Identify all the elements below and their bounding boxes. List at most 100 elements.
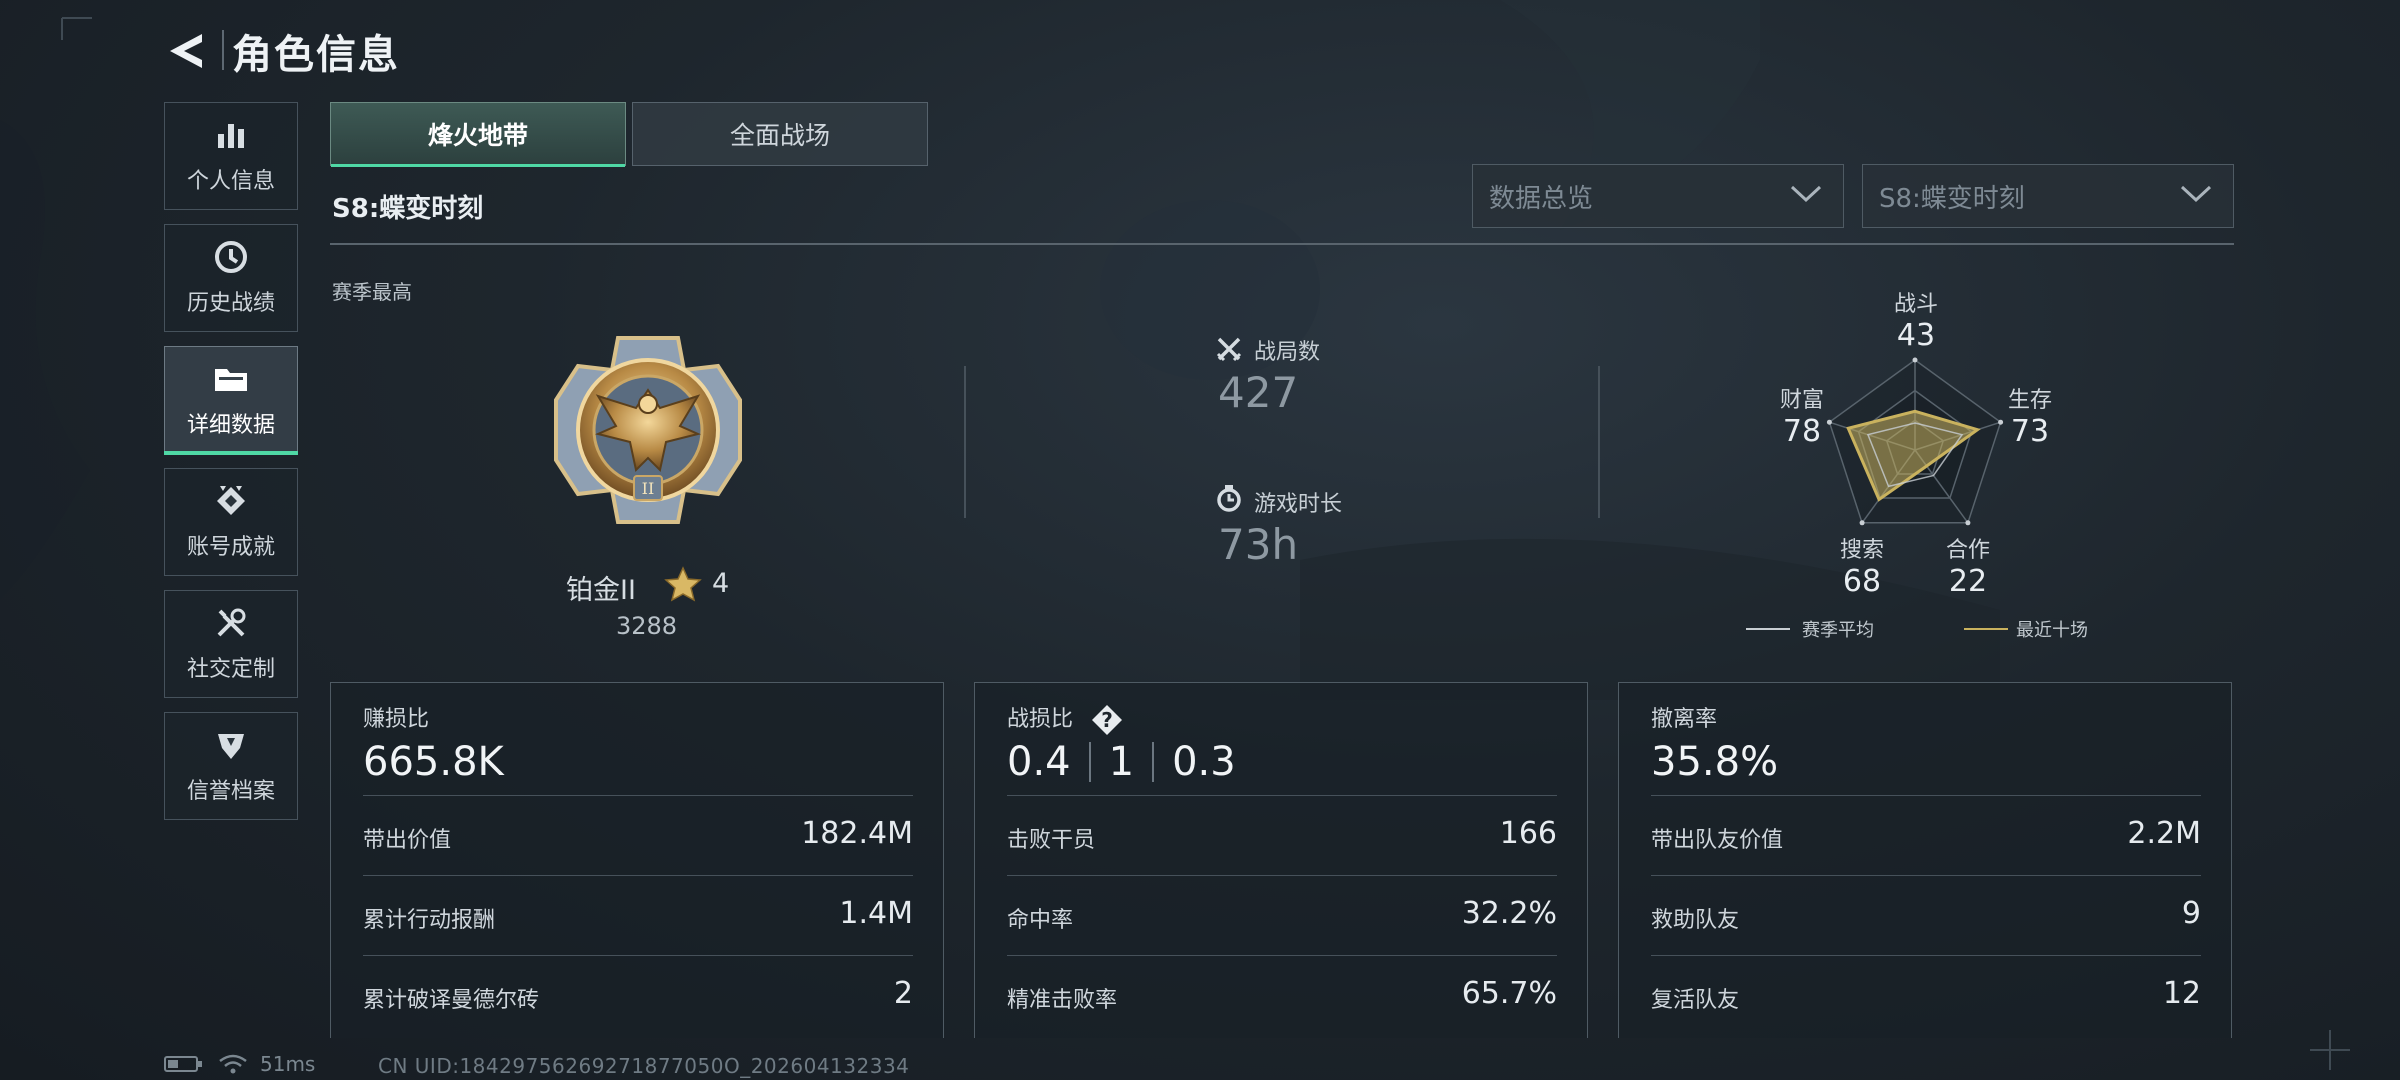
wifi-icon (219, 1054, 247, 1074)
crossed-swords-icon (1216, 337, 1242, 362)
view-select[interactable]: 数据总览 (1472, 164, 1844, 228)
kd-value: 1 (1108, 739, 1135, 785)
rank-name: 铂金II (566, 575, 636, 606)
ping-value: 51ms (260, 1052, 316, 1076)
page-title: 角色信息 (232, 32, 400, 78)
stat-row-value: 12 (2162, 976, 2201, 1011)
player-uid: CN UID:18429756269271877050O_20260413233… (378, 1054, 910, 1078)
stat-row: 带出队友价值 2.2M (1651, 795, 2201, 876)
stat-row-label: 累计行动报酬 (363, 908, 496, 933)
kd-value: 0.3 (1172, 739, 1236, 785)
header-divider (222, 30, 224, 70)
legend-average-swatch (1746, 628, 1790, 630)
legend-season-average: 赛季平均 (1802, 620, 1874, 641)
sidebar-item-reputation[interactable]: 信誉档案 (164, 712, 298, 820)
sidebar-item-social[interactable]: 社交定制 (164, 590, 298, 698)
help-mark: ? (1101, 708, 1113, 732)
sidebar-item-detailed-data[interactable]: 详细数据 (164, 346, 298, 455)
rank-score: 3288 (616, 612, 678, 640)
kd-value: 0.4 (1007, 739, 1071, 785)
stat-row: 带出价值 182.4M (363, 795, 913, 876)
stat-row: 击败干员 166 (1007, 795, 1557, 876)
stat-row-label: 带出队友价值 (1651, 828, 1784, 853)
bar-chart-icon (213, 117, 249, 153)
stat-row-value: 65.7% (1461, 976, 1557, 1011)
chevron-down-icon (2180, 185, 2212, 203)
badge-icon (213, 483, 249, 519)
sidebar-item-personal-info[interactable]: 个人信息 (164, 102, 298, 210)
rank-emblem-icon: II (554, 336, 742, 524)
legend-recent-ten: 最近十场 (2016, 620, 2088, 641)
stat-row: 累计行动报酬 1.4M (363, 875, 913, 956)
stat-row-label: 救助队友 (1651, 908, 1740, 933)
radar-value-combat: 43 (1896, 318, 1936, 353)
season-best-label: 赛季最高 (332, 280, 412, 304)
stat-row-label: 累计破译曼德尔砖 (363, 988, 540, 1013)
stopwatch-icon (1217, 485, 1241, 512)
kd-ratio: 0.4 1 0.3 (1007, 739, 1236, 785)
chevron-down-icon (1790, 185, 1822, 203)
stat-row: 命中率 32.2% (1007, 875, 1557, 956)
view-select-value: 数据总览 (1489, 183, 1594, 214)
sidebar-item-label: 历史战绩 (186, 291, 275, 316)
sidebar-item-label: 详细数据 (186, 413, 275, 438)
season-select[interactable]: S8:蝶变时刻 (1862, 164, 2234, 228)
radar-value-cooperation: 22 (1948, 564, 1988, 599)
star-icon (664, 566, 702, 602)
playtime-value: 73h (1218, 520, 1299, 569)
sidebar-item-label: 社交定制 (186, 657, 275, 682)
stat-row-value: 166 (1499, 816, 1557, 851)
sidebar-item-label: 信誉档案 (186, 779, 275, 804)
playtime-label: 游戏时长 (1254, 492, 1343, 517)
folder-icon (213, 361, 249, 397)
radar-axis-dot (1859, 520, 1865, 526)
stat-row-label: 精准击败率 (1007, 988, 1118, 1013)
matches-value: 427 (1218, 368, 1299, 417)
rank-emblem-numeral: II (642, 479, 655, 498)
radar-value-wealth: 78 (1782, 414, 1822, 449)
radar-label-survival: 生存 (2007, 388, 2052, 413)
stat-row-label: 带出价值 (363, 828, 452, 853)
radar-label-cooperation: 合作 (1945, 538, 1990, 563)
tab-fenghuo-zone[interactable]: 烽火地带 (330, 102, 626, 167)
sidebar-item-label: 个人信息 (186, 169, 275, 194)
radar-value-survival: 73 (2010, 414, 2050, 449)
help-icon[interactable]: ? (1090, 703, 1124, 737)
kd-separator (1088, 742, 1091, 782)
stat-row: 救助队友 9 (1651, 875, 2201, 956)
stat-row: 精准击败率 65.7% (1007, 955, 1557, 1036)
combat-title: 战损比 (1007, 707, 1074, 732)
column-divider (1598, 366, 1600, 518)
legend-recent-swatch (1964, 628, 2008, 630)
tab-full-battlefield[interactable]: 全面战场 (632, 102, 928, 166)
back-arrow-icon[interactable] (162, 30, 208, 72)
rank-star-count: 4 (712, 568, 730, 599)
status-bar: 51ms (164, 1052, 315, 1076)
kd-separator (1152, 742, 1155, 782)
stat-row-value: 32.2% (1461, 896, 1557, 931)
extract-value: 35.8% (1651, 739, 1779, 785)
stat-row: 累计破译曼德尔砖 2 (363, 955, 913, 1036)
combat-title-row: 战损比 ? (1007, 701, 1124, 737)
radar-axis-dot (1912, 357, 1918, 363)
stat-row-label: 命中率 (1007, 908, 1074, 933)
extract-title: 撤离率 (1651, 707, 1718, 732)
season-select-value: S8:蝶变时刻 (1879, 183, 2025, 214)
stat-row-value: 9 (2181, 896, 2201, 931)
extract-card: 撤离率 35.8% 带出队友价值 2.2M 救助队友 9 复活队友 12 (1618, 682, 2232, 1038)
season-title: S8:蝶变时刻 (332, 194, 484, 224)
combat-card: 战损比 ? 0.4 1 0.3 击败干员 166 命中率 32.2% 精准击败率… (974, 682, 1588, 1038)
shield-icon (213, 727, 249, 763)
clock-icon (213, 239, 249, 275)
tools-icon (213, 605, 249, 641)
sidebar-item-label: 账号成就 (186, 535, 275, 560)
battery-icon (164, 1056, 202, 1072)
stat-row-value: 2.2M (2127, 816, 2201, 851)
radar-label-search: 搜索 (1839, 538, 1884, 563)
radar-label-combat: 战斗 (1893, 292, 1938, 317)
sidebar-item-achievements[interactable]: 账号成就 (164, 468, 298, 576)
stat-row-value: 182.4M (801, 816, 913, 851)
stat-row-label: 复活队友 (1651, 988, 1740, 1013)
sidebar-item-history[interactable]: 历史战绩 (164, 224, 298, 332)
stat-row: 复活队友 12 (1651, 955, 2201, 1036)
